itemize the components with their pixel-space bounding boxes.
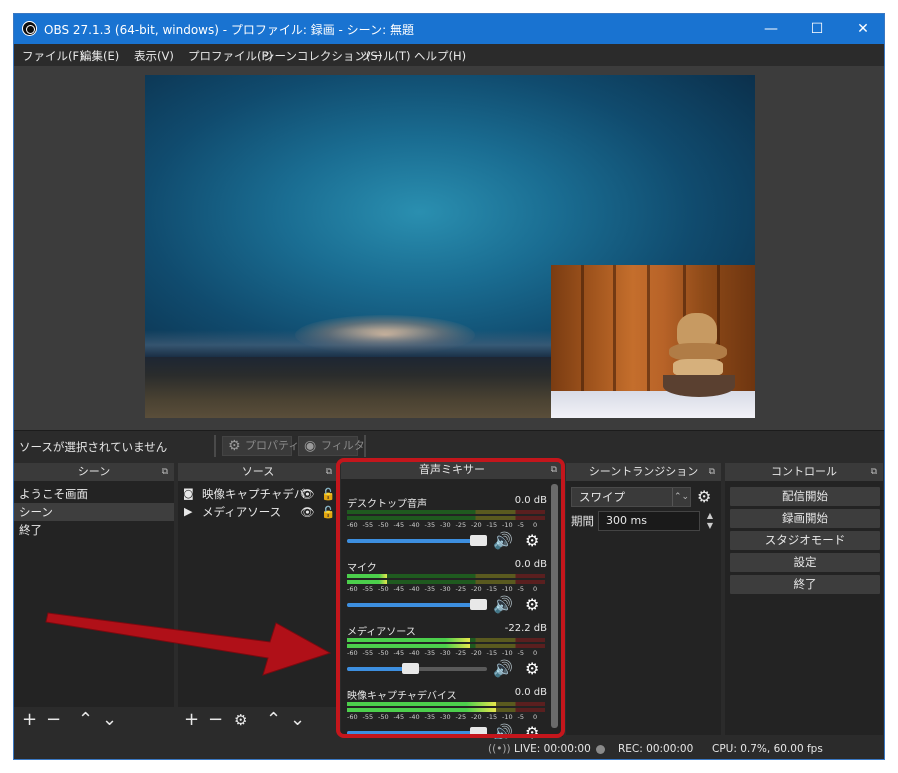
undock-icon[interactable]: ⧉	[326, 463, 332, 481]
menu-view[interactable]: 表示(V)	[134, 48, 174, 64]
move-up-icon[interactable]: ⌃	[78, 709, 93, 730]
duration-spinner[interactable]: ▲ ▼	[703, 511, 717, 531]
rec-icon	[596, 745, 605, 754]
eye-icon[interactable]: 👁	[300, 485, 315, 503]
duration-input[interactable]: 300 ms	[598, 511, 700, 531]
source-toolbar: ソースが選択されていません ⚙ プロパティ ◉ フィルタ	[14, 430, 884, 460]
menu-tools[interactable]: ツール(T)	[360, 48, 411, 64]
menu-bar: ファイル(F) 編集(E) 表示(V) プロファイル(P) シーンコレクション(…	[14, 44, 884, 66]
play-icon: ▶	[184, 505, 193, 518]
transitions-header: シーントランジション ⧉	[566, 463, 721, 481]
add-source-icon[interactable]: +	[184, 709, 199, 730]
close-button[interactable]: ✕	[840, 14, 884, 44]
duration-label: 期間	[571, 514, 594, 528]
mixer-highlight-frame	[336, 458, 565, 738]
minimize-button[interactable]: —	[748, 14, 794, 44]
scene-item[interactable]: ようこそ画面	[14, 485, 174, 503]
exit-button[interactable]: 終了	[730, 575, 880, 594]
scene-item[interactable]: 終了	[14, 521, 174, 539]
no-source-label: ソースが選択されていません	[19, 440, 168, 454]
start-recording-button[interactable]: 録画開始	[730, 509, 880, 528]
sources-footer: + − ⚙ ⌃ ⌄	[178, 707, 338, 735]
maximize-button[interactable]: ☐	[794, 14, 840, 44]
studio-mode-button[interactable]: スタジオモード	[730, 531, 880, 550]
undock-icon[interactable]: ⧉	[709, 463, 715, 481]
status-bar: ((•)) LIVE: 00:00:00 REC: 00:00:00 CPU: …	[14, 739, 884, 759]
move-down-icon[interactable]: ⌄	[102, 709, 117, 730]
undock-icon[interactable]: ⧉	[162, 463, 168, 481]
cpu-status: CPU: 0.7%, 60.00 fps	[712, 743, 823, 755]
remove-scene-icon[interactable]: −	[46, 709, 61, 730]
obs-logo-icon	[22, 21, 37, 36]
controls-dock: コントロール ⧉ 配信開始 録画開始 スタジオモード 設定 終了	[725, 463, 883, 735]
live-time: LIVE: 00:00:00	[514, 743, 591, 755]
preview-canvas[interactable]	[145, 75, 755, 418]
menu-profile[interactable]: プロファイル(P)	[188, 48, 273, 64]
eye-icon[interactable]: 👁	[300, 503, 315, 521]
scenes-dock: シーン ⧉ ようこそ画面 シーン 終了 + − ⌃ ⌄	[14, 463, 174, 735]
source-settings-icon[interactable]: ⚙	[234, 711, 247, 729]
menu-edit[interactable]: 編集(E)	[80, 48, 119, 64]
controls-header: コントロール ⧉	[725, 463, 883, 481]
scene-transitions-dock: シーントランジション ⧉ スワイプ ⌃⌄ ⚙ 期間 300 ms ▲ ▼	[566, 463, 721, 735]
spin-arrows-icon: ⌃⌄	[672, 488, 690, 506]
filters-button[interactable]: ◉ フィルタ	[298, 436, 365, 456]
source-item[interactable]: ▶ メディアソース 👁 🔓	[178, 503, 338, 521]
transition-select[interactable]: スワイプ ⌃⌄	[571, 487, 691, 507]
undock-icon[interactable]: ⧉	[871, 463, 877, 481]
filter-icon: ◉	[304, 438, 317, 454]
source-item[interactable]: ◙ 映像キャプチャデバ 👁 🔓	[178, 485, 338, 503]
preview-area	[14, 66, 884, 430]
gear-icon: ⚙	[228, 438, 241, 454]
properties-button[interactable]: ⚙ プロパティ	[222, 436, 299, 456]
scenes-header: シーン ⧉	[14, 463, 174, 481]
title-bar: OBS 27.1.3 (64-bit, windows) - プロファイル: 録…	[14, 14, 884, 44]
start-streaming-button[interactable]: 配信開始	[730, 487, 880, 506]
scene-list: ようこそ画面 シーン 終了	[14, 485, 174, 539]
remove-source-icon[interactable]: −	[208, 709, 223, 730]
add-scene-icon[interactable]: +	[22, 709, 37, 730]
menu-help[interactable]: ヘルプ(H)	[414, 48, 466, 64]
lock-icon[interactable]: 🔓	[321, 485, 335, 503]
scenes-footer: + − ⌃ ⌄	[14, 707, 174, 735]
rec-time: REC: 00:00:00	[618, 743, 694, 755]
wooden-figure	[663, 305, 735, 405]
move-up-icon[interactable]: ⌃	[266, 709, 281, 730]
live-icon: ((•))	[488, 743, 511, 755]
settings-button[interactable]: 設定	[730, 553, 880, 572]
window-title: OBS 27.1.3 (64-bit, windows) - プロファイル: 録…	[44, 23, 414, 37]
video-capture-inset[interactable]	[551, 265, 755, 418]
sources-dock: ソース ⧉ ◙ 映像キャプチャデバ 👁 🔓 ▶ メディアソース 👁 🔓 + − ⚙…	[178, 463, 338, 735]
move-down-icon[interactable]: ⌄	[290, 709, 305, 730]
scene-item[interactable]: シーン	[14, 503, 174, 521]
sources-header: ソース ⧉	[178, 463, 338, 481]
lock-icon[interactable]: 🔓	[321, 503, 335, 521]
camera-icon: ◙	[183, 487, 194, 500]
source-list: ◙ 映像キャプチャデバ 👁 🔓 ▶ メディアソース 👁 🔓	[178, 485, 338, 521]
transition-settings-icon[interactable]: ⚙	[697, 487, 711, 506]
menu-file[interactable]: ファイル(F)	[22, 48, 84, 64]
